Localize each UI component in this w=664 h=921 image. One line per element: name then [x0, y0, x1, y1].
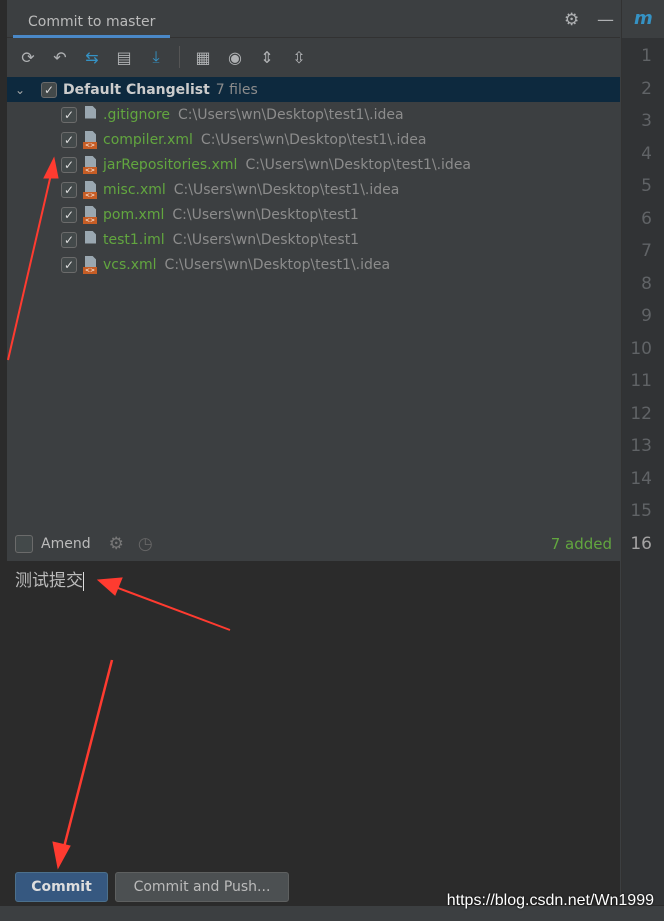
annotation-arrowhead — [43, 156, 59, 179]
annotation-arrowhead — [96, 577, 123, 596]
annotation-arrow — [60, 659, 114, 856]
annotation-arrowhead — [52, 841, 71, 870]
annotation-arrow — [7, 169, 53, 361]
annotation-arrow — [109, 584, 231, 631]
annotation-arrows — [7, 156, 231, 870]
